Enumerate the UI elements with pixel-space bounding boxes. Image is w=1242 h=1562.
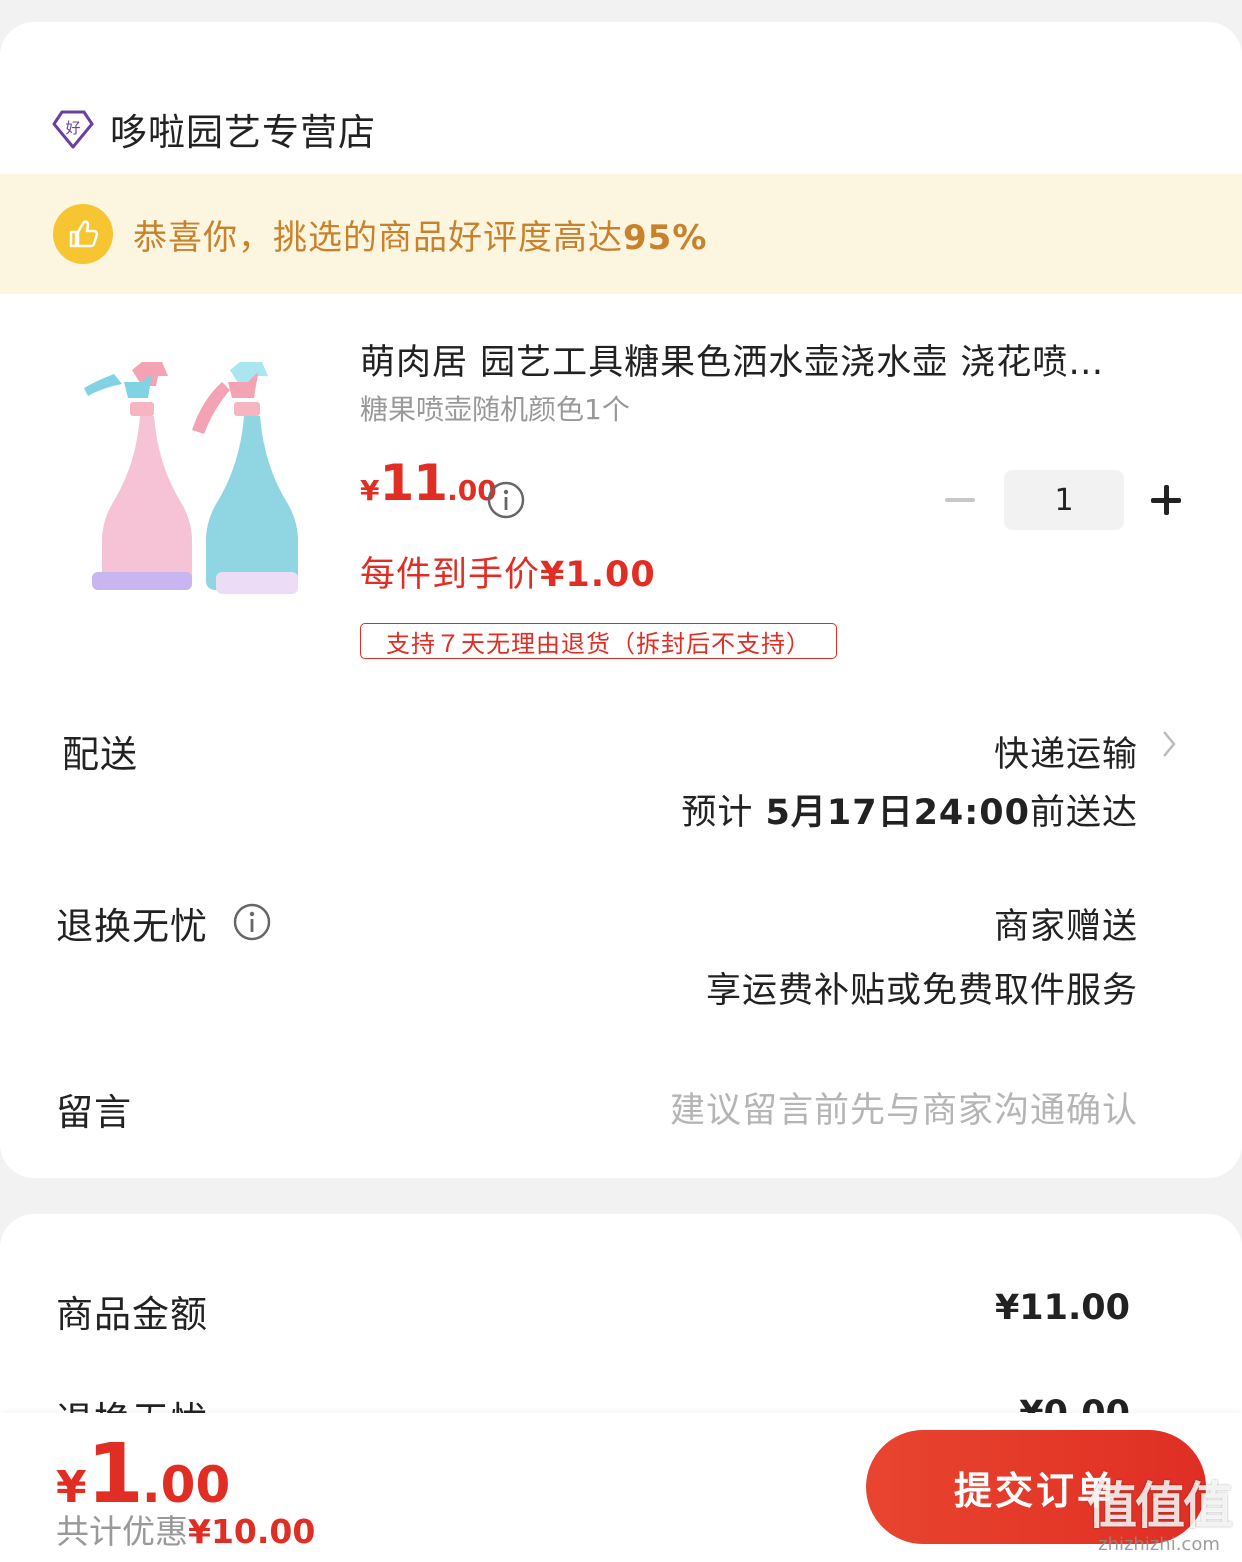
product-spec[interactable]: 糖果喷壶随机颜色1个 (360, 388, 630, 428)
watermark-logo: 值值值 (1087, 1477, 1233, 1535)
watermark: 值值值 zhizhizhi.com (1084, 1478, 1234, 1562)
checkout-bar: ¥ 1 .00 共计优惠¥10.00 提交订单 (0, 1413, 1242, 1562)
store-badge-icon: 好 (52, 110, 94, 149)
store-header[interactable]: 好 哆啦园艺专营店 (52, 104, 376, 154)
order-card: 好 哆啦园艺专营店 恭喜你，挑选的商品好评度高达95% 萌肉居 园艺工具糖果色洒… (0, 22, 1242, 1178)
product-price: ¥ 11 .00 (360, 454, 497, 512)
minus-icon (945, 498, 975, 502)
quantity-input[interactable]: 1 (1004, 470, 1124, 530)
message-label: 留言 (56, 1091, 132, 1134)
return-worry-label: 退换无忧 (56, 905, 208, 948)
goods-amount-label: 商品金额 (56, 1293, 208, 1336)
decrease-button[interactable] (940, 470, 980, 530)
message-input[interactable]: 建议留言前先与商家沟通确认 (670, 1082, 1138, 1133)
chevron-right-icon[interactable] (1158, 724, 1180, 764)
delivery-label: 配送 (62, 733, 138, 776)
praise-text: 恭喜你，挑选的商品好评度高达95% (133, 217, 708, 258)
delivery-eta: 预计 5月17日24:00前送达 (681, 793, 1138, 833)
total-discount: 共计优惠¥10.00 (56, 1512, 316, 1551)
store-name[interactable]: 哆啦园艺专营店 (110, 102, 376, 156)
watermark-url: zhizhizhi.com (1098, 1534, 1220, 1555)
final-price: 每件到手价¥1.00 (360, 555, 656, 595)
return-worry-desc: 享运费补贴或免费取件服务 (705, 971, 1138, 1011)
svg-text:好: 好 (65, 119, 80, 137)
thumbs-up-icon (53, 204, 113, 264)
increase-button[interactable] (1146, 470, 1186, 530)
return-policy-tag: 支持７天无理由退货（拆封后不支持） (360, 623, 837, 659)
praise-banner: 恭喜你，挑选的商品好评度高达95% (0, 174, 1242, 294)
goods-amount-value: ¥11.00 (994, 1288, 1130, 1328)
quantity-stepper: 1 (940, 470, 1186, 530)
product-title[interactable]: 萌肉居 园艺工具糖果色洒水壶浇水壶 浇花喷… (360, 334, 1180, 385)
return-info-icon[interactable] (232, 902, 272, 942)
spray-bottles-image[interactable] (52, 340, 322, 610)
price-integer: 11 (379, 454, 448, 512)
return-worry-value: 商家赠送 (993, 907, 1138, 947)
price-currency: ¥ (360, 474, 380, 507)
price-info-icon[interactable] (486, 480, 526, 520)
delivery-method[interactable]: 快递运输 (994, 726, 1138, 777)
